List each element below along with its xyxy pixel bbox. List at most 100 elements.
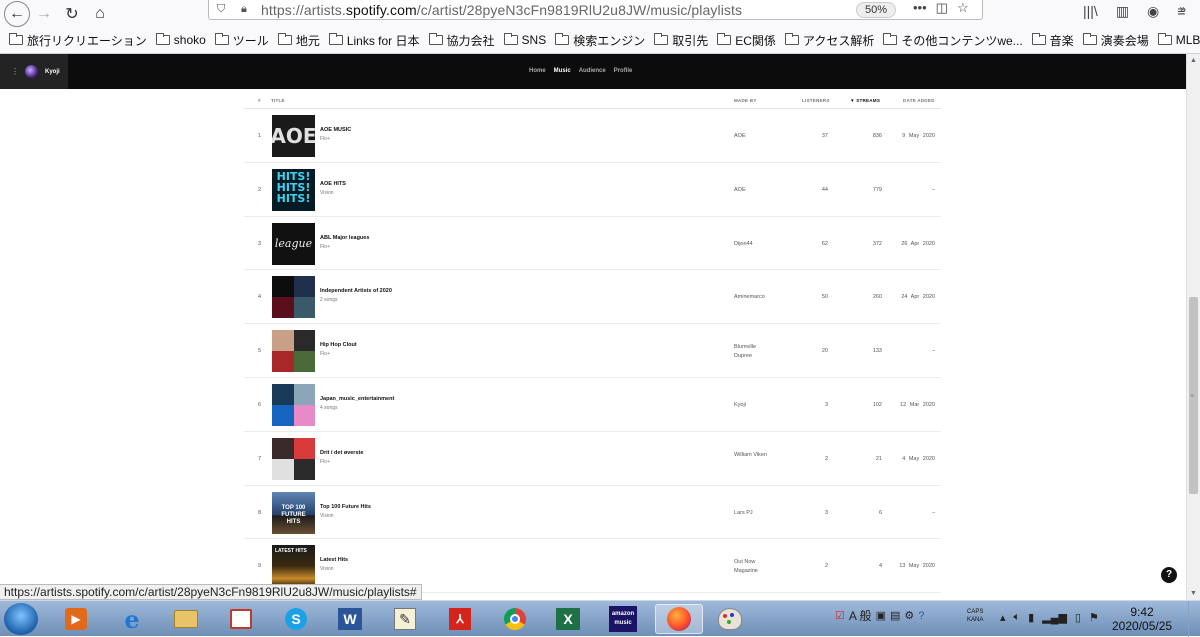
made-by[interactable]: Out Now Magazine — [734, 558, 774, 576]
playlist-cover[interactable]: LATEST HITS — [272, 545, 315, 588]
chrome-icon[interactable] — [495, 604, 535, 634]
bookmark-star-icon[interactable]: ☆ — [957, 0, 969, 16]
tab-audience[interactable]: Audience — [579, 68, 606, 74]
word-icon[interactable]: W — [330, 604, 370, 634]
zoom-indicator[interactable]: 50% — [856, 2, 897, 18]
playlist-name[interactable]: Independent Artists of 2020 — [320, 288, 392, 294]
signal-icon[interactable]: ▂▄▆ — [1042, 611, 1067, 624]
ime-settings-icon[interactable]: ⚙ — [904, 609, 914, 622]
playlist-name[interactable]: Latest Hits — [320, 557, 348, 563]
table-row[interactable]: 5 Hip Hop Clout Flo+ Blumville Dupree 20 133 – — [244, 324, 941, 378]
bookmark-folder[interactable]: shoko — [155, 33, 206, 47]
playlist-cover[interactable] — [272, 383, 315, 426]
bookmark-folder[interactable]: SNS — [503, 33, 546, 47]
tracking-shield-icon[interactable]: ⛉ — [217, 3, 231, 16]
tray-expand-icon[interactable]: ▴ — [1000, 611, 1006, 624]
bookmarks-overflow[interactable]: » — [1179, 2, 1186, 16]
made-by[interactable]: William Viken — [734, 451, 774, 460]
notepad-icon[interactable]: ✎ — [385, 604, 425, 634]
bookmark-folder[interactable]: 取引先 — [654, 32, 708, 49]
url-text[interactable]: https://artists.spotify.com/c/artist/28p… — [261, 2, 742, 18]
page-actions-icon[interactable]: ••• — [913, 0, 927, 16]
bookmark-folder[interactable]: アクセス解析 — [784, 32, 874, 49]
playlist-name[interactable]: Drit i det øverste — [320, 450, 363, 456]
paint-icon[interactable] — [710, 604, 750, 634]
playlist-name[interactable]: ABL Major leagues — [320, 235, 369, 241]
playlist-cover[interactable]: HITS! HITS! HITS! — [272, 168, 315, 211]
bookmark-folder[interactable]: 地元 — [277, 32, 320, 49]
playlist-name[interactable]: Top 100 Future Hits — [320, 504, 371, 510]
pocket-icon[interactable]: ◫ — [936, 0, 948, 16]
bookmark-folder[interactable]: ツール — [214, 32, 269, 49]
home-icon[interactable]: ⌂ — [86, 2, 114, 26]
power-icon[interactable]: ▯ — [1075, 611, 1081, 624]
bookmark-folder[interactable]: 旅行リクリエーション — [9, 32, 147, 49]
table-row[interactable]: 1 AOE AOE MUSIC Flo+ AOE 37 836 9 May 2020 — [244, 109, 941, 163]
made-by[interactable]: Dijon44 — [734, 241, 753, 247]
playlist-name[interactable]: AOE MUSIC — [320, 127, 351, 133]
playlist-cover[interactable] — [272, 276, 315, 319]
tab-profile[interactable]: Profile — [614, 68, 633, 74]
made-by[interactable]: AOE — [734, 133, 746, 139]
playlist-name[interactable]: Hip Hop Clout — [320, 342, 357, 348]
table-row[interactable]: 7 Drit i det øverste Flo+ William Viken 2 21 4… — [244, 432, 941, 486]
artist-switcher[interactable]: ⋮ Kyoji — [0, 54, 68, 89]
account-icon[interactable]: ◉ — [1147, 3, 1159, 20]
bookmark-folder[interactable]: その他コンテンツwe... — [883, 32, 1023, 49]
col-title[interactable]: Title — [271, 98, 285, 103]
start-button[interactable] — [4, 603, 38, 635]
made-by[interactable]: AOE — [734, 187, 746, 193]
bookmark-folder[interactable]: 検索エンジン — [555, 32, 645, 49]
ime-mode[interactable]: A 般 — [849, 607, 872, 624]
bookmark-folder[interactable]: MLB — [1157, 33, 1200, 47]
playlist-name[interactable]: AOE HITS — [320, 181, 346, 187]
flag-icon[interactable]: ⚑ — [1089, 611, 1099, 624]
col-listeners[interactable]: Listeners — [802, 98, 830, 103]
back-arrow-icon[interactable]: ← — [4, 0, 30, 27]
table-row[interactable]: 4 Independent Artists of 2020 2 songs Amine… — [244, 270, 941, 325]
table-row[interactable]: 2 HITS! HITS! HITS! AOE HITS Vision AOE 44 779 – — [244, 163, 941, 217]
help-button[interactable]: ? — [1161, 567, 1177, 583]
table-row[interactable]: 6 Japan_music_entertainment 4 songs Kyoji 3 1… — [244, 378, 941, 432]
playlist-name[interactable]: Japan_music_entertainment — [320, 396, 394, 402]
forward-arrow-icon[interactable]: → — [30, 2, 58, 26]
made-by[interactable]: Aminemarco — [734, 294, 765, 300]
playlist-cover[interactable] — [272, 437, 315, 480]
ime-tool-icon[interactable]: ▣ — [876, 609, 886, 622]
volume-icon[interactable]: 🔈︎ — [1014, 611, 1021, 624]
col-date-added[interactable]: Date added — [903, 98, 935, 103]
media-player-icon[interactable]: ▶ — [56, 604, 96, 634]
excel-icon[interactable]: X — [548, 604, 588, 634]
network-icon[interactable]: ▮ — [1028, 611, 1034, 624]
scroll-down-icon[interactable]: ▼ — [1190, 590, 1197, 597]
col-made-by[interactable]: Made by — [734, 98, 757, 103]
ie-icon[interactable]: e — [112, 604, 152, 634]
made-by[interactable]: Lars PJ — [734, 510, 753, 516]
amazon-music-icon[interactable]: amazon music — [603, 604, 643, 634]
playlist-cover[interactable]: league — [272, 222, 315, 265]
bookmark-folder[interactable]: EC関係 — [717, 32, 776, 49]
library-icon[interactable]: |||\ — [1083, 3, 1098, 20]
tab-home[interactable]: Home — [529, 68, 546, 74]
tab-music[interactable]: Music — [554, 68, 571, 74]
show-desktop-button[interactable] — [1188, 601, 1200, 637]
col-streams[interactable]: ▼ Streams — [850, 98, 880, 103]
bookmark-folder[interactable]: 音楽 — [1031, 32, 1074, 49]
reload-icon[interactable]: ↻ — [58, 2, 86, 26]
playlist-cover[interactable]: TOP 100 FUTURE HITS — [272, 491, 315, 534]
table-row[interactable]: 3 league ABL Major leagues Flo+ Dijon44 62 372… — [244, 217, 941, 271]
lock-icon[interactable]: 🔒︎ — [241, 3, 253, 16]
made-by[interactable]: Kyoji — [734, 402, 746, 408]
clock[interactable]: 9:42 2020/05/25 — [1112, 605, 1172, 633]
skype-icon[interactable]: S — [276, 604, 316, 634]
firefox-icon[interactable] — [655, 604, 703, 634]
table-row[interactable]: 8 TOP 100 FUTURE HITS Top 100 Future Hits Vis… — [244, 486, 941, 540]
presentation-icon[interactable] — [221, 604, 261, 634]
scroll-up-icon[interactable]: ▲ — [1190, 57, 1197, 64]
bookmark-folder[interactable]: Links for 日本 — [328, 32, 420, 49]
playlist-cover[interactable]: AOE — [272, 115, 315, 157]
playlist-cover[interactable] — [272, 330, 315, 373]
sidebar-icon[interactable]: ▥ — [1116, 3, 1129, 20]
ime-help-icon[interactable]: ? — [918, 610, 924, 622]
explorer-icon[interactable] — [166, 604, 206, 634]
